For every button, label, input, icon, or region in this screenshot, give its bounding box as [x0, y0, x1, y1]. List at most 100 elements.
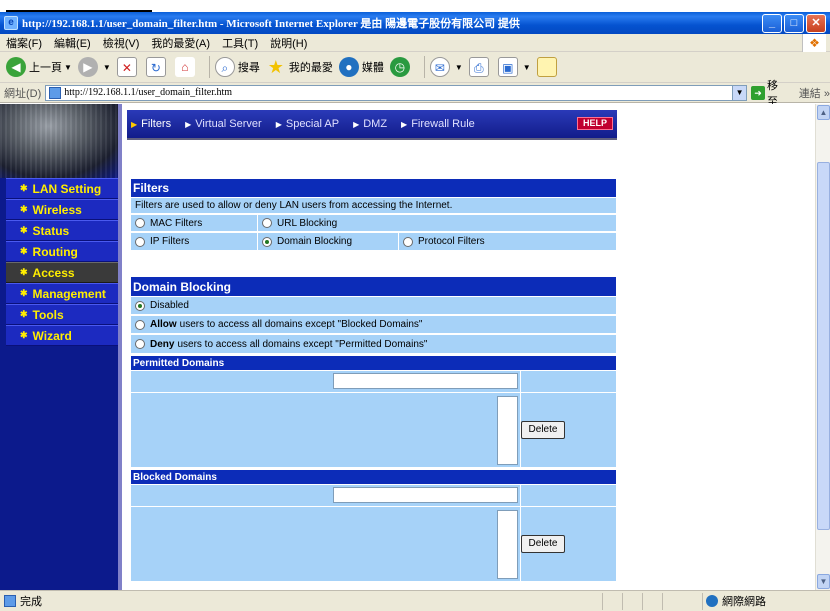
title-bar: e http://192.168.1.1/user_domain_filter.…: [0, 12, 830, 34]
vertical-scrollbar[interactable]: ▲ ▼: [815, 104, 830, 590]
menu-help[interactable]: 說明(H): [270, 35, 307, 51]
scroll-down-icon[interactable]: ▼: [817, 574, 830, 589]
address-url[interactable]: http://192.168.1.1/user_domain_filter.ht…: [64, 87, 732, 98]
permitted-domain-input[interactable]: [333, 373, 518, 389]
disabled-label: Disabled: [150, 300, 189, 311]
scroll-up-icon[interactable]: ▲: [817, 105, 830, 120]
filters-options-row-1: MAC Filters URL Blocking: [131, 215, 616, 232]
address-input[interactable]: http://192.168.1.1/user_domain_filter.ht…: [45, 84, 748, 101]
row-divider: [131, 392, 616, 393]
menu-view[interactable]: 檢視(V): [103, 35, 140, 51]
mail-dropdown-icon[interactable]: ▼: [455, 63, 463, 72]
sidebar-item-label: Tools: [32, 307, 64, 322]
media-button[interactable]: ● 媒體: [338, 57, 384, 77]
sidebar-item-label: Access: [32, 265, 75, 280]
tab-special-ap[interactable]: ▶ Special AP: [276, 118, 339, 130]
sidebar-item-management[interactable]: ✱ Management: [6, 283, 118, 304]
triangle-icon: ▶: [131, 119, 138, 129]
back-button[interactable]: ◀ 上一頁 ▼: [6, 57, 72, 77]
sidebar-bullet-icon: ✱: [20, 288, 28, 298]
sidebar-item-wireless[interactable]: ✱ Wireless: [6, 199, 118, 220]
stop-button[interactable]: ✕: [116, 57, 140, 77]
address-bar: 網址(D) http://192.168.1.1/user_domain_fil…: [0, 80, 830, 108]
minimize-button[interactable]: _: [762, 14, 782, 33]
mac-filters-radio[interactable]: [135, 218, 145, 228]
menu-file[interactable]: 檔案(F): [6, 35, 42, 51]
sidebar-bullet-icon: ✱: [20, 267, 28, 277]
domain-blocking-radio[interactable]: [262, 236, 272, 247]
print-icon: ⎙: [468, 57, 489, 77]
help-button[interactable]: HELP: [577, 117, 613, 130]
menu-edit[interactable]: 編輯(E): [54, 35, 91, 51]
sidebar-item-tools[interactable]: ✱ Tools: [6, 304, 118, 325]
url-blocking-option[interactable]: URL Blocking: [258, 215, 616, 231]
mac-filters-option[interactable]: MAC Filters: [131, 215, 258, 231]
forward-dropdown-icon[interactable]: ▼: [103, 63, 111, 72]
blocked-domains-title: Blocked Domains: [131, 470, 616, 484]
filters-title: Filters: [131, 179, 616, 197]
tab-label: Virtual Server: [195, 118, 262, 130]
tab-firewall-rule[interactable]: ▶ Firewall Rule: [401, 118, 475, 130]
sidebar-item-wizard[interactable]: ✱ Wizard: [6, 325, 118, 346]
sidebar-item-lan-setting[interactable]: ✱ LAN Setting: [6, 178, 118, 199]
ip-filters-radio[interactable]: [135, 236, 145, 247]
media-label: 媒體: [361, 62, 384, 74]
ip-filters-option[interactable]: IP Filters: [131, 233, 258, 250]
disabled-row: Disabled: [131, 297, 616, 315]
disabled-option[interactable]: Disabled: [131, 297, 616, 314]
refresh-icon: ↻: [145, 57, 166, 77]
sidebar-item-status[interactable]: ✱ Status: [6, 220, 118, 241]
favorites-button[interactable]: ★ 我的最愛: [266, 57, 333, 77]
tab-dmz[interactable]: ▶ DMZ: [353, 118, 387, 130]
tab-filters[interactable]: ▶ Filters: [131, 118, 171, 130]
disabled-radio[interactable]: [135, 300, 145, 311]
close-button[interactable]: ✕: [806, 14, 826, 33]
allow-option[interactable]: Allow users to access all domains except …: [131, 316, 616, 333]
home-button[interactable]: ⌂: [174, 57, 198, 77]
url-blocking-radio[interactable]: [262, 218, 272, 228]
deny-label: users to access all domains except "Perm…: [177, 338, 428, 350]
address-label: 網址(D): [4, 87, 42, 100]
sidebar-item-access[interactable]: ✱ Access: [6, 262, 118, 283]
menu-tools[interactable]: 工具(T): [222, 35, 258, 51]
protocol-filters-radio[interactable]: [403, 236, 413, 247]
links-button[interactable]: 連結 »: [799, 85, 830, 101]
sidebar-item-label: Management: [32, 286, 106, 301]
edit-dropdown-icon[interactable]: ▼: [523, 63, 531, 72]
back-arrow-icon: ◀: [6, 57, 26, 77]
blocked-domains-list[interactable]: [497, 510, 518, 579]
sidebar-item-routing[interactable]: ✱ Routing: [6, 241, 118, 262]
forward-button[interactable]: ▶ ▼: [77, 57, 111, 77]
allow-radio[interactable]: [135, 319, 145, 330]
deny-radio[interactable]: [135, 339, 145, 349]
blocked-delete-button[interactable]: Delete: [521, 535, 565, 553]
blocked-domain-input[interactable]: [333, 487, 518, 503]
allow-label: users to access all domains except "Bloc…: [179, 319, 423, 330]
internet-globe-icon: [706, 595, 718, 607]
tab-virtual-server[interactable]: ▶ Virtual Server: [185, 118, 262, 130]
maximize-button[interactable]: □: [784, 14, 804, 33]
refresh-button[interactable]: ↻: [145, 57, 169, 77]
address-dropdown-icon[interactable]: ▼: [732, 85, 747, 100]
search-button[interactable]: ⌕ 搜尋: [214, 57, 260, 77]
permitted-domains-list[interactable]: [497, 396, 518, 465]
protocol-filters-option[interactable]: Protocol Filters: [399, 233, 616, 250]
filters-description: Filters are used to allow or deny LAN us…: [135, 200, 453, 211]
domain-blocking-option[interactable]: Domain Blocking: [258, 233, 399, 250]
deny-option[interactable]: Deny users to access all domains except "…: [131, 335, 616, 353]
mail-button[interactable]: ✉ ▼: [429, 57, 463, 77]
print-button[interactable]: ⎙: [468, 57, 492, 77]
edit-button[interactable]: ▣ ▼: [497, 57, 531, 77]
sidebar-item-label: Wireless: [32, 202, 82, 217]
history-button[interactable]: ◷: [389, 57, 413, 77]
folder-button[interactable]: [536, 57, 560, 77]
stop-icon: ✕: [116, 57, 137, 77]
menu-favorites[interactable]: 我的最愛(A): [151, 35, 210, 51]
page-done-icon: [4, 595, 16, 607]
search-icon: ⌕: [214, 57, 235, 77]
status-zone: 網際網路: [706, 593, 766, 609]
back-dropdown-icon[interactable]: ▼: [64, 63, 72, 72]
status-divider: [642, 592, 643, 610]
scroll-thumb[interactable]: [817, 162, 830, 530]
permitted-delete-button[interactable]: Delete: [521, 421, 565, 439]
